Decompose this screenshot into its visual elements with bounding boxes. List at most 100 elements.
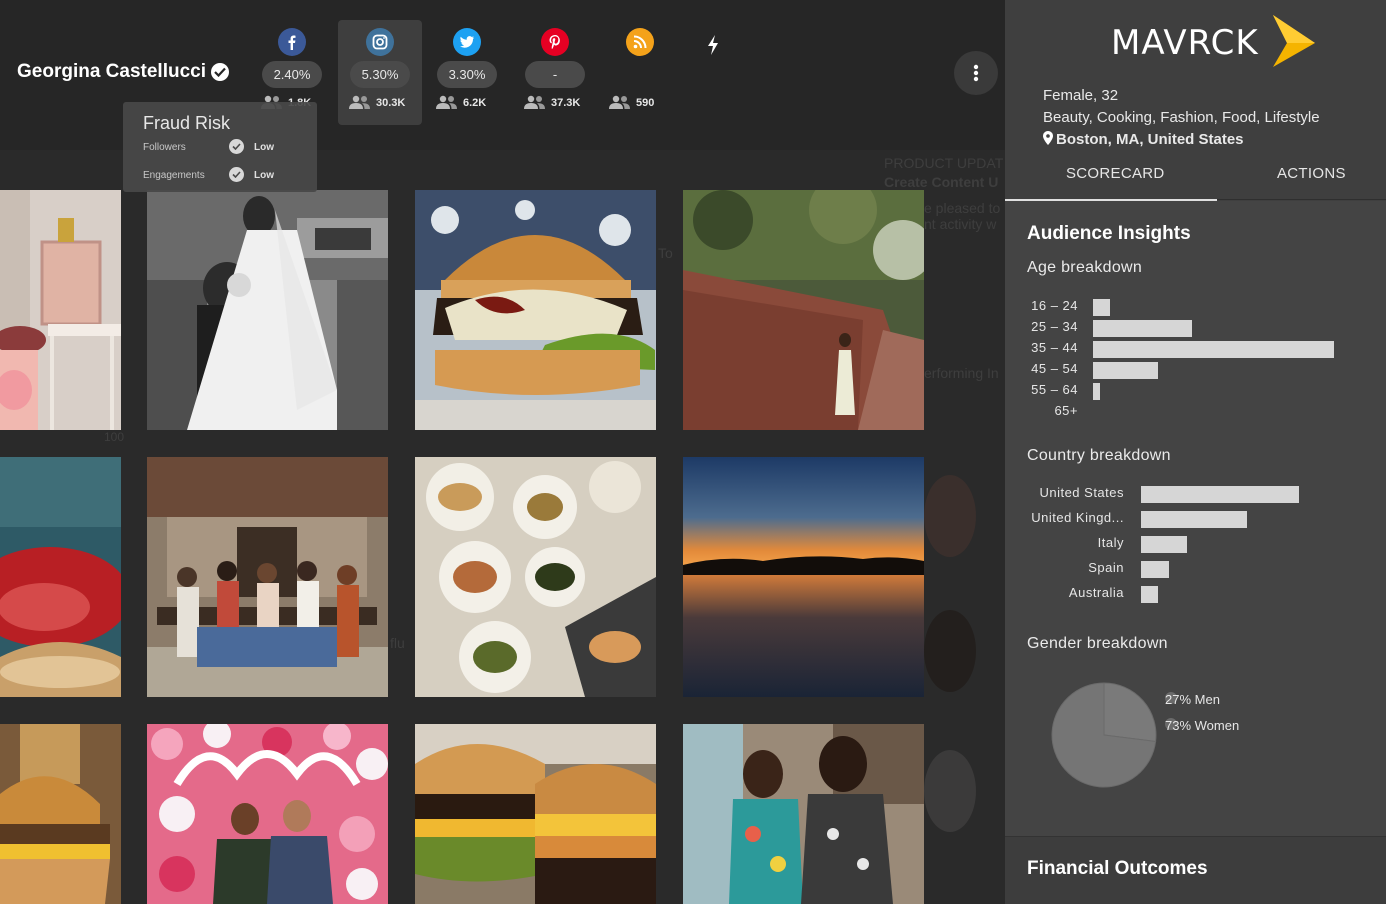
post-thumbnail[interactable] bbox=[0, 457, 121, 697]
post-thumbnail[interactable] bbox=[415, 724, 656, 904]
bar bbox=[1093, 362, 1159, 379]
platform-tab-twitter[interactable]: 3.30% 6.2K bbox=[425, 20, 509, 125]
content-feed-area: PRODUCT UPDAT Create Content U e pleased… bbox=[0, 0, 1005, 904]
check-circle-icon bbox=[229, 139, 244, 154]
bar bbox=[1141, 536, 1187, 553]
follower-count: 6.2K bbox=[435, 95, 505, 111]
bar bbox=[1093, 341, 1334, 358]
brand-arrow-icon bbox=[1273, 15, 1315, 67]
bar bbox=[1141, 511, 1247, 528]
platform-tab-blog[interactable]: 590 bbox=[598, 20, 682, 125]
twitter-icon bbox=[453, 28, 481, 56]
bar-label: Italy bbox=[1097, 535, 1124, 550]
ghost-performing: erforming In bbox=[924, 365, 999, 381]
facebook-icon bbox=[278, 28, 306, 56]
rss-icon bbox=[626, 28, 654, 56]
ghost-hundred: 100 bbox=[104, 430, 125, 444]
ghost-to: To bbox=[658, 245, 673, 261]
follower-count: 37.3K bbox=[523, 95, 593, 111]
audience-insights-title: Audience Insights bbox=[1027, 223, 1191, 244]
follower-count-value: 37.3K bbox=[551, 97, 581, 109]
post-thumbnail[interactable] bbox=[683, 724, 924, 904]
post-thumbnail[interactable] bbox=[147, 457, 388, 697]
fraud-row-label: Followers bbox=[143, 142, 186, 153]
follower-count-value: 6.2K bbox=[463, 97, 487, 109]
post-thumbnail[interactable] bbox=[415, 190, 656, 430]
bar-label: Australia bbox=[1068, 585, 1124, 600]
ghost-product-update: PRODUCT UPDAT bbox=[884, 155, 1004, 171]
follower-count-value: 590 bbox=[636, 97, 655, 109]
legend-label: 73% Women bbox=[1165, 718, 1240, 733]
gender-pie-chart bbox=[1051, 682, 1157, 788]
bar bbox=[1093, 320, 1192, 337]
post-thumbnail[interactable] bbox=[0, 724, 121, 904]
post-thumbnail[interactable] bbox=[683, 457, 924, 697]
post-thumbnail[interactable] bbox=[147, 190, 388, 430]
follower-count: 30.3K bbox=[348, 95, 418, 111]
fraud-row-value: Low bbox=[254, 142, 274, 153]
bar-label: 25 – 34 bbox=[1031, 319, 1078, 334]
ghost-flu: flu bbox=[390, 635, 405, 651]
post-thumbnail[interactable] bbox=[683, 190, 924, 430]
fraud-risk-panel: Fraud Risk Followers Low Engagements Low bbox=[123, 102, 317, 192]
influencer-name: Georgina Castellucci bbox=[17, 61, 207, 82]
fraud-row-engagements: Engagements Low bbox=[143, 167, 313, 185]
brand-name: MAVRCK bbox=[1111, 23, 1259, 63]
engagement-rate: 3.30% bbox=[437, 61, 497, 88]
post-thumbnail[interactable] bbox=[0, 190, 121, 430]
ghost-pleased: e pleased to bbox=[924, 200, 1001, 216]
bar bbox=[1093, 299, 1110, 316]
bar bbox=[1141, 561, 1170, 578]
financial-outcomes-title: Financial Outcomes bbox=[1027, 858, 1208, 879]
bar-label: Spain bbox=[1088, 560, 1124, 575]
lightning-bolt-icon[interactable] bbox=[705, 34, 721, 61]
fraud-row-label: Engagements bbox=[143, 170, 205, 181]
influencer-profile-app: PRODUCT UPDAT Create Content U e pleased… bbox=[0, 0, 1386, 904]
profile-categories: Beauty, Cooking, Fashion, Food, Lifestyl… bbox=[1043, 109, 1320, 126]
ghost-avatar bbox=[924, 750, 976, 832]
profile-location: Boston, MA, United States bbox=[1043, 131, 1244, 148]
profile-demographic: Female, 32 bbox=[1043, 87, 1119, 104]
ghost-avatar bbox=[924, 610, 976, 692]
fraud-row-value: Low bbox=[254, 170, 274, 181]
profile-location-text: Boston, MA, United States bbox=[1056, 131, 1244, 148]
tab-scorecard[interactable]: SCORECARD bbox=[1066, 165, 1165, 182]
ghost-create-content: Create Content U bbox=[884, 174, 999, 190]
bar-label: United Kingd... bbox=[1031, 510, 1124, 525]
active-tab-indicator bbox=[1005, 199, 1217, 201]
tab-actions[interactable]: ACTIONS bbox=[1277, 165, 1346, 182]
pinterest-icon bbox=[541, 28, 569, 56]
fraud-row-followers: Followers Low bbox=[143, 139, 313, 157]
ghost-avatar bbox=[924, 475, 976, 557]
platform-tab-instagram[interactable]: 5.30% 30.3K bbox=[338, 20, 422, 125]
bar-label: 65+ bbox=[1054, 403, 1078, 418]
engagement-rate: 5.30% bbox=[350, 61, 410, 88]
follower-count-value: 30.3K bbox=[376, 97, 406, 109]
bar-label: 55 – 64 bbox=[1031, 382, 1078, 397]
ghost-activity: nt activity w bbox=[924, 216, 997, 232]
engagement-rate: - bbox=[525, 61, 585, 88]
platform-tab-pinterest[interactable]: - 37.3K bbox=[513, 20, 597, 125]
legend-label: 27% Men bbox=[1165, 692, 1220, 707]
post-thumbnail[interactable] bbox=[415, 457, 656, 697]
verified-check-icon bbox=[211, 63, 229, 81]
bar bbox=[1093, 383, 1101, 400]
scorecard-sidebar: MAVRCK Female, 32 Beauty, Cooking, Fashi… bbox=[1005, 0, 1386, 904]
location-pin-icon bbox=[1043, 131, 1053, 145]
post-thumbnail[interactable] bbox=[147, 724, 388, 904]
bar-label: 35 – 44 bbox=[1031, 340, 1078, 355]
follower-count: 590 bbox=[608, 95, 678, 111]
check-circle-icon bbox=[229, 167, 244, 182]
instagram-icon bbox=[366, 28, 394, 56]
gender-breakdown-title: Gender breakdown bbox=[1027, 635, 1168, 652]
bar-label: 16 – 24 bbox=[1031, 298, 1078, 313]
bar bbox=[1141, 486, 1299, 503]
pie-slice bbox=[1103, 682, 1157, 743]
bar bbox=[1141, 586, 1159, 603]
brand-logo: MAVRCK bbox=[1111, 15, 1321, 70]
more-options-button[interactable] bbox=[954, 51, 998, 95]
age-breakdown-title: Age breakdown bbox=[1027, 259, 1143, 276]
bar-label: United States bbox=[1039, 485, 1124, 500]
engagement-rate: 2.40% bbox=[262, 61, 322, 88]
country-breakdown-title: Country breakdown bbox=[1027, 447, 1171, 464]
